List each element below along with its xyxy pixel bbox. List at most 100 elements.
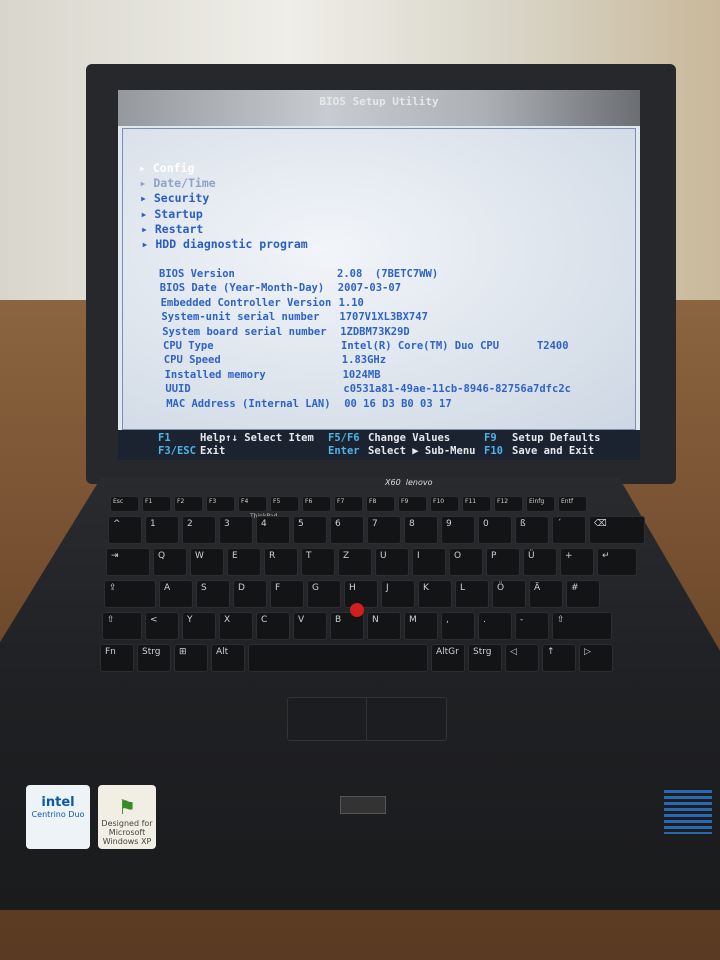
key[interactable]: N xyxy=(367,612,401,640)
footer-action: Select ▶ Sub-Menu xyxy=(368,445,476,457)
key[interactable]: X xyxy=(219,612,253,640)
left-click-button[interactable] xyxy=(288,698,367,740)
key[interactable]: Einfg xyxy=(526,496,555,512)
key[interactable]: L xyxy=(455,580,489,608)
key[interactable]: Z xyxy=(338,548,372,576)
key[interactable]: Ö xyxy=(492,580,526,608)
key[interactable]: Strg xyxy=(468,644,502,672)
key[interactable]: F11 xyxy=(462,496,491,512)
key[interactable]: W xyxy=(190,548,224,576)
info-label: BIOS Version xyxy=(159,268,235,280)
key[interactable]: Ä xyxy=(529,580,563,608)
key[interactable]: T xyxy=(301,548,335,576)
key[interactable]: F5 xyxy=(270,496,299,512)
key[interactable]: ⇧ xyxy=(552,612,612,640)
key[interactable]: S xyxy=(196,580,230,608)
key[interactable]: ⇪ xyxy=(104,580,156,608)
key[interactable]: F10 xyxy=(430,496,459,512)
key[interactable]: ↵ xyxy=(597,548,637,576)
key[interactable]: D xyxy=(233,580,267,608)
key[interactable]: Q xyxy=(153,548,187,576)
bios-footer-keys: F1 Help↑↓ Select Item F5/F6 Change Values F9… xyxy=(118,430,640,460)
key[interactable]: - xyxy=(515,612,549,640)
key[interactable]: F2 xyxy=(174,496,203,512)
key[interactable]: F xyxy=(270,580,304,608)
key[interactable]: ↑ xyxy=(542,644,576,672)
info-label: UUID xyxy=(165,383,191,396)
key[interactable]: 6 xyxy=(330,516,364,544)
key[interactable]: ^ xyxy=(108,516,142,544)
key[interactable]: R xyxy=(264,548,298,576)
keyboard-row: Fn Strg ⊞ Alt AltGr Strg ◁ ↑ ▷ xyxy=(100,644,718,672)
key[interactable]: ß xyxy=(515,516,549,544)
key[interactable]: ⌫ xyxy=(589,516,645,544)
key[interactable]: . xyxy=(478,612,512,640)
key[interactable]: Ü xyxy=(523,548,557,576)
footer-action: Exit xyxy=(200,445,226,457)
footer-row: F3/ESC Exit Enter Select ▶ Sub-Menu F10 Save … xyxy=(158,445,640,458)
menu-item-label: Security xyxy=(153,191,210,206)
key[interactable]: F7 xyxy=(334,496,363,512)
key[interactable]: P xyxy=(486,548,520,576)
key[interactable] xyxy=(248,644,428,672)
key[interactable]: AltGr xyxy=(431,644,465,672)
bios-menu-item[interactable]: ▸ HDD diagnostic program xyxy=(142,237,308,252)
key[interactable]: ´ xyxy=(552,516,586,544)
bios-menu-item[interactable]: ▸ Security xyxy=(140,191,308,206)
key[interactable]: F4 xyxy=(238,496,267,512)
key[interactable]: O xyxy=(449,548,483,576)
key[interactable]: # xyxy=(566,580,600,608)
key[interactable]: F12 xyxy=(494,496,523,512)
key[interactable]: E xyxy=(227,548,261,576)
key[interactable]: 4 xyxy=(256,516,290,544)
key[interactable]: ⊞ xyxy=(174,644,208,672)
footer-action: Help↑↓ Select Item xyxy=(200,432,314,444)
key[interactable]: Y xyxy=(182,612,216,640)
key[interactable]: 2 xyxy=(182,516,216,544)
key[interactable]: 8 xyxy=(404,516,438,544)
key[interactable]: ▷ xyxy=(579,644,613,672)
right-click-button[interactable] xyxy=(367,698,446,740)
key[interactable]: J xyxy=(381,580,415,608)
trackpad-buttons[interactable] xyxy=(287,697,447,741)
key[interactable]: Fn xyxy=(100,644,134,672)
key[interactable]: F3 xyxy=(206,496,235,512)
key[interactable]: ⇥ xyxy=(106,548,150,576)
info-label: Embedded Controller Version xyxy=(160,296,332,309)
info-label: System-unit serial number xyxy=(161,311,320,324)
key[interactable]: 3 xyxy=(219,516,253,544)
key[interactable]: 1 xyxy=(145,516,179,544)
key[interactable]: V xyxy=(293,612,327,640)
bios-menu-item[interactable]: ▸ Config xyxy=(139,161,308,176)
key[interactable]: + xyxy=(560,548,594,576)
key[interactable]: 7 xyxy=(367,516,401,544)
key[interactable]: 5 xyxy=(293,516,327,544)
bios-menu-item[interactable]: ▸ Date/Time xyxy=(140,176,308,191)
key[interactable]: ◁ xyxy=(505,644,539,672)
key[interactable]: ⇧ xyxy=(102,612,142,640)
key[interactable]: C xyxy=(256,612,290,640)
key[interactable]: Alt xyxy=(211,644,245,672)
key[interactable]: M xyxy=(404,612,438,640)
key[interactable]: F1 xyxy=(142,496,171,512)
key[interactable]: F9 xyxy=(398,496,427,512)
info-label: Installed memory xyxy=(164,368,266,381)
key[interactable]: < xyxy=(145,612,179,640)
key[interactable]: A xyxy=(159,580,193,608)
key[interactable]: F6 xyxy=(302,496,331,512)
bios-menu-item[interactable]: ▸ Startup xyxy=(141,207,308,222)
key[interactable]: , xyxy=(441,612,475,640)
key[interactable]: K xyxy=(418,580,452,608)
key[interactable]: I xyxy=(412,548,446,576)
key[interactable]: 9 xyxy=(441,516,475,544)
key[interactable]: U xyxy=(375,548,409,576)
key[interactable]: Entf xyxy=(558,496,587,512)
bios-menu-item[interactable]: ▸ Restart xyxy=(141,222,308,237)
key[interactable]: G xyxy=(307,580,341,608)
info-row: System board serial number 1ZDBM73K29D xyxy=(162,325,571,339)
key[interactable]: Esc xyxy=(110,496,139,512)
key[interactable]: F8 xyxy=(366,496,395,512)
key[interactable]: 0 xyxy=(478,516,512,544)
trackpoint[interactable] xyxy=(350,603,364,617)
key[interactable]: Strg xyxy=(137,644,171,672)
